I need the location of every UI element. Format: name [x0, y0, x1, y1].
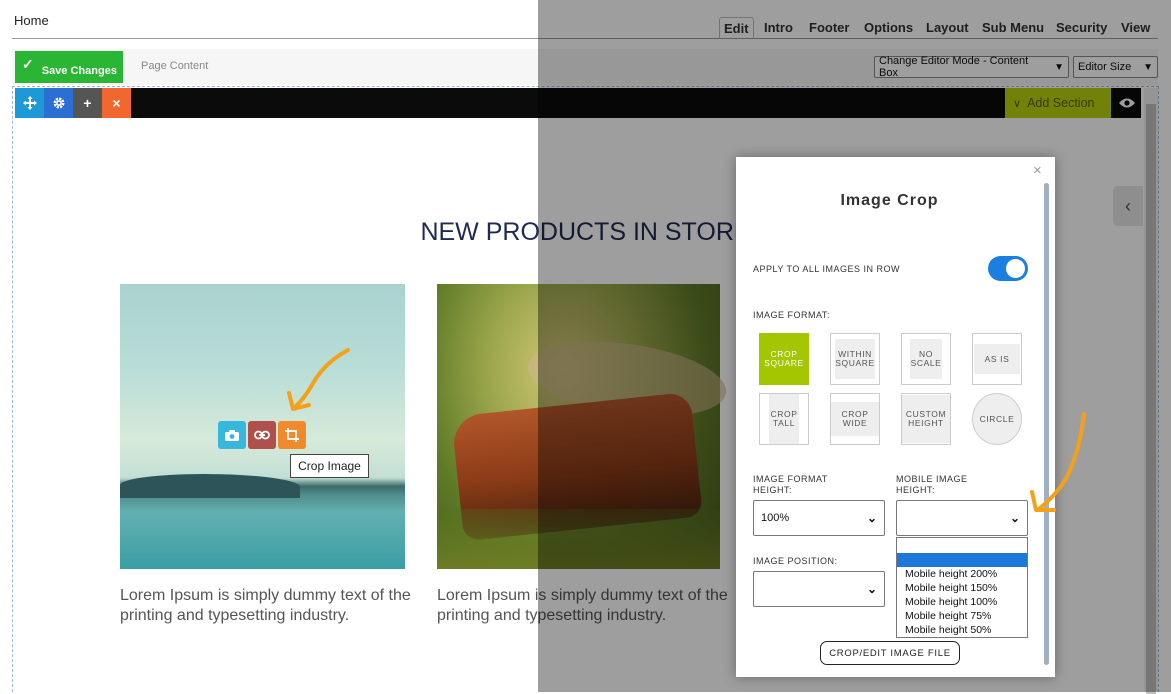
close-icon[interactable]: × [102, 88, 131, 118]
mobile-height-option-200[interactable]: Mobile height 200% [897, 567, 1027, 581]
image-position-label: IMAGE POSITION: [753, 556, 838, 566]
format-height-label: IMAGE FORMAT HEIGHT: [753, 474, 828, 495]
checkmark-icon: ✓ [22, 56, 34, 72]
format-crop-square[interactable]: CROP SQUARE [759, 333, 809, 385]
close-icon[interactable]: × [1033, 162, 1042, 179]
mobile-height-option-50[interactable]: Mobile height 50% [897, 623, 1027, 637]
save-changes-label: Save Changes [41, 65, 117, 77]
mobile-height-option-75[interactable]: Mobile height 75% [897, 609, 1027, 623]
dialog-title: Image Crop [840, 192, 939, 209]
format-crop-tall-label: CROP TALL [769, 394, 799, 444]
apply-all-toggle[interactable] [988, 256, 1028, 281]
apply-all-label: APPLY TO ALL IMAGES IN ROW [753, 264, 901, 274]
format-as-is-label: AS IS [974, 344, 1020, 374]
product-description-1: Lorem Ipsum is simply dummy text of the … [120, 587, 411, 624]
format-as-is[interactable]: AS IS [972, 333, 1022, 385]
format-circle-label: CIRCLE [979, 413, 1015, 424]
format-within-square[interactable]: WITHIN SQUARE [830, 333, 880, 385]
format-crop-wide-label: CROP WIDE [831, 402, 879, 436]
crop-image-tooltip: Crop Image [290, 454, 369, 478]
page-content-label: Page Content [141, 60, 209, 72]
mobile-height-option-highlight[interactable] [897, 553, 1027, 567]
format-within-square-label: WITHIN SQUARE [835, 339, 875, 379]
format-custom-height[interactable]: CUSTOM HEIGHT [901, 393, 951, 445]
crop-icon[interactable] [278, 421, 306, 449]
format-height-value: 100% [761, 512, 790, 524]
breadcrumb-home[interactable]: Home [14, 13, 49, 28]
crop-edit-image-button[interactable]: CROP/EDIT IMAGE FILE [820, 641, 960, 665]
format-height-select[interactable]: 100% ⌄ [753, 500, 885, 536]
move-icon[interactable] [15, 88, 44, 118]
chevron-left-icon[interactable]: ‹ [1113, 186, 1143, 226]
mobile-height-option-100[interactable]: Mobile height 100% [897, 595, 1027, 609]
mobile-height-label: MOBILE IMAGE HEIGHT: [896, 474, 968, 495]
chevron-down-icon: ⌄ [866, 511, 877, 525]
chevron-down-icon: ⌄ [1009, 511, 1020, 525]
mobile-height-dropdown-list: Mobile height 200% Mobile height 150% Mo… [896, 537, 1028, 638]
format-crop-square-label: CROP SQUARE [764, 339, 804, 379]
link-icon[interactable] [248, 421, 276, 449]
format-no-scale[interactable]: NO SCALE [901, 333, 951, 385]
image-format-label: IMAGE FORMAT: [753, 310, 830, 320]
format-no-scale-label: NO SCALE [910, 339, 942, 379]
mobile-height-option-blank[interactable] [897, 538, 1027, 553]
mobile-height-select[interactable]: ⌄ [896, 500, 1028, 536]
camera-icon[interactable] [218, 421, 246, 449]
gear-icon[interactable] [44, 88, 73, 118]
annotation-arrow-dropdown [1030, 412, 1086, 512]
format-circle[interactable]: CIRCLE [972, 393, 1022, 445]
image-position-select[interactable]: ⌄ [753, 571, 885, 607]
chevron-down-icon: ⌄ [866, 582, 877, 596]
format-crop-tall[interactable]: CROP TALL [759, 393, 809, 445]
mobile-height-option-150[interactable]: Mobile height 150% [897, 581, 1027, 595]
format-custom-height-label: CUSTOM HEIGHT [902, 395, 950, 443]
add-icon[interactable]: + [73, 88, 102, 118]
format-crop-wide[interactable]: CROP WIDE [830, 393, 880, 445]
annotation-arrow-crop [287, 348, 350, 411]
save-changes-button[interactable]: ✓ Save Changes [15, 51, 123, 83]
